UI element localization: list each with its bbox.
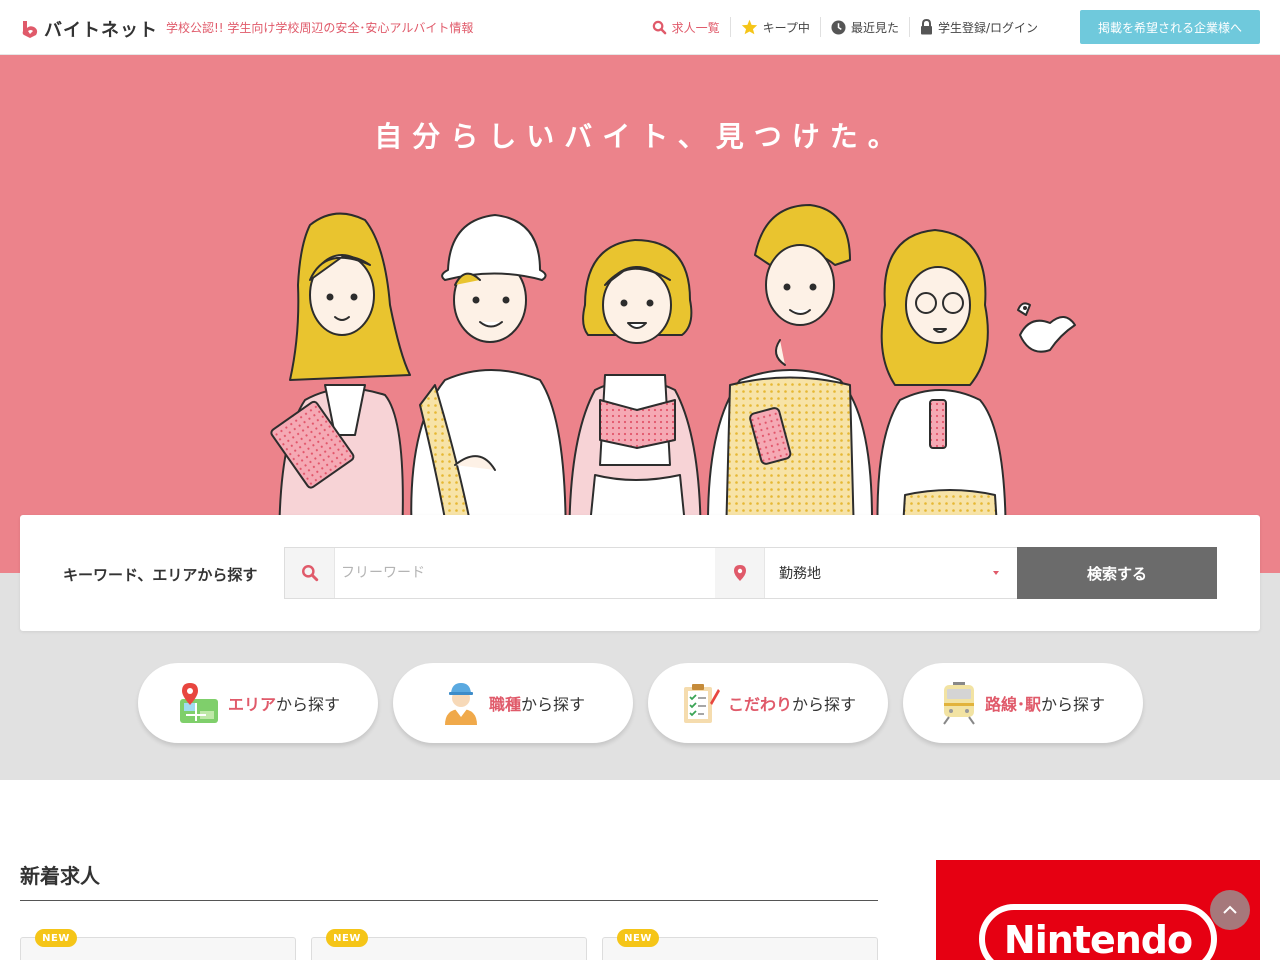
category-area-button[interactable]: エリア から探す — [138, 663, 378, 743]
category-suffix: から探す — [521, 695, 586, 714]
map-pin-icon — [179, 683, 218, 723]
new-badge: NEW — [617, 929, 659, 947]
company-info-button[interactable]: 掲載を希望される企業様へ — [1080, 10, 1260, 44]
chevron-down-icon — [993, 571, 999, 575]
new-badge: NEW — [35, 929, 77, 947]
train-icon — [943, 682, 975, 725]
new-badge: NEW — [326, 929, 368, 947]
category-suffix: から探す — [276, 695, 341, 714]
search-icon — [652, 20, 666, 34]
search-label: キーワード、エリアから探す — [63, 566, 258, 584]
category-station-button[interactable]: 路線･駅 から探す — [903, 663, 1143, 743]
search-icon — [285, 548, 335, 598]
nav-label: キープ中 — [762, 20, 810, 35]
logo-text: バイトネット — [44, 20, 158, 41]
nav-label: 学生登録/ログイン — [937, 20, 1038, 35]
site-logo[interactable]: バイトネット — [20, 16, 158, 42]
nav-login[interactable]: 学生登録/ログイン — [908, 17, 1048, 37]
nav-recent[interactable]: 最近見た — [819, 17, 909, 37]
checklist-icon — [683, 684, 720, 723]
keyword-field — [284, 547, 716, 599]
site-tagline: 学校公認!! 学生向け学校周辺の安全･安心アルバイト情報 — [166, 21, 474, 35]
nav-label: 最近見た — [850, 20, 899, 35]
keyword-input[interactable] — [335, 548, 715, 598]
header-nav: 求人一覧 キープ中 最近見た 学生登録/ログイン — [642, 17, 1048, 37]
scroll-to-top-button[interactable] — [1210, 890, 1250, 930]
hero-title: 自分らしいバイト、見つけた。 — [374, 120, 906, 153]
search-panel: キーワード、エリアから探す 勤務地 検索する — [20, 515, 1260, 631]
location-select[interactable]: 勤務地 — [715, 547, 1018, 599]
nav-job-list[interactable]: 求人一覧 — [642, 17, 730, 37]
category-job-type-button[interactable]: 職種 から探す — [393, 663, 633, 743]
category-highlight: こだわり — [727, 695, 792, 714]
clock-icon — [831, 19, 846, 35]
nav-keep[interactable]: キープ中 — [729, 17, 820, 37]
nav-label: 求人一覧 — [671, 20, 720, 35]
category-suffix: から探す — [1041, 695, 1106, 714]
search-button[interactable]: 検索する — [1017, 547, 1217, 599]
category-preference-button[interactable]: こだわり から探す — [648, 663, 888, 743]
category-suffix: から探す — [792, 695, 857, 714]
location-label: 勤務地 — [779, 566, 821, 582]
site-header: バイトネット 学校公認!! 学生向け学校周辺の安全･安心アルバイト情報 求人一覧… — [0, 0, 1280, 55]
divider — [20, 900, 878, 901]
chevron-up-icon — [1223, 905, 1237, 914]
lock-icon — [920, 19, 932, 35]
location-value: 勤務地 — [765, 548, 1017, 598]
new-jobs-title: 新着求人 — [20, 864, 100, 888]
logo-heart-icon — [22, 21, 38, 38]
category-highlight: エリア — [227, 695, 276, 714]
nintendo-logo: Nintendo — [979, 904, 1217, 960]
star-icon — [741, 19, 757, 35]
map-pin-icon — [715, 548, 765, 598]
worker-icon — [444, 683, 477, 725]
category-highlight: 路線･駅 — [984, 695, 1041, 714]
nintendo-logo-text: Nintendo — [1003, 918, 1193, 960]
hero-section: 自分らしいバイト、見つけた。 — [0, 55, 1280, 573]
category-highlight: 職種 — [488, 695, 521, 714]
